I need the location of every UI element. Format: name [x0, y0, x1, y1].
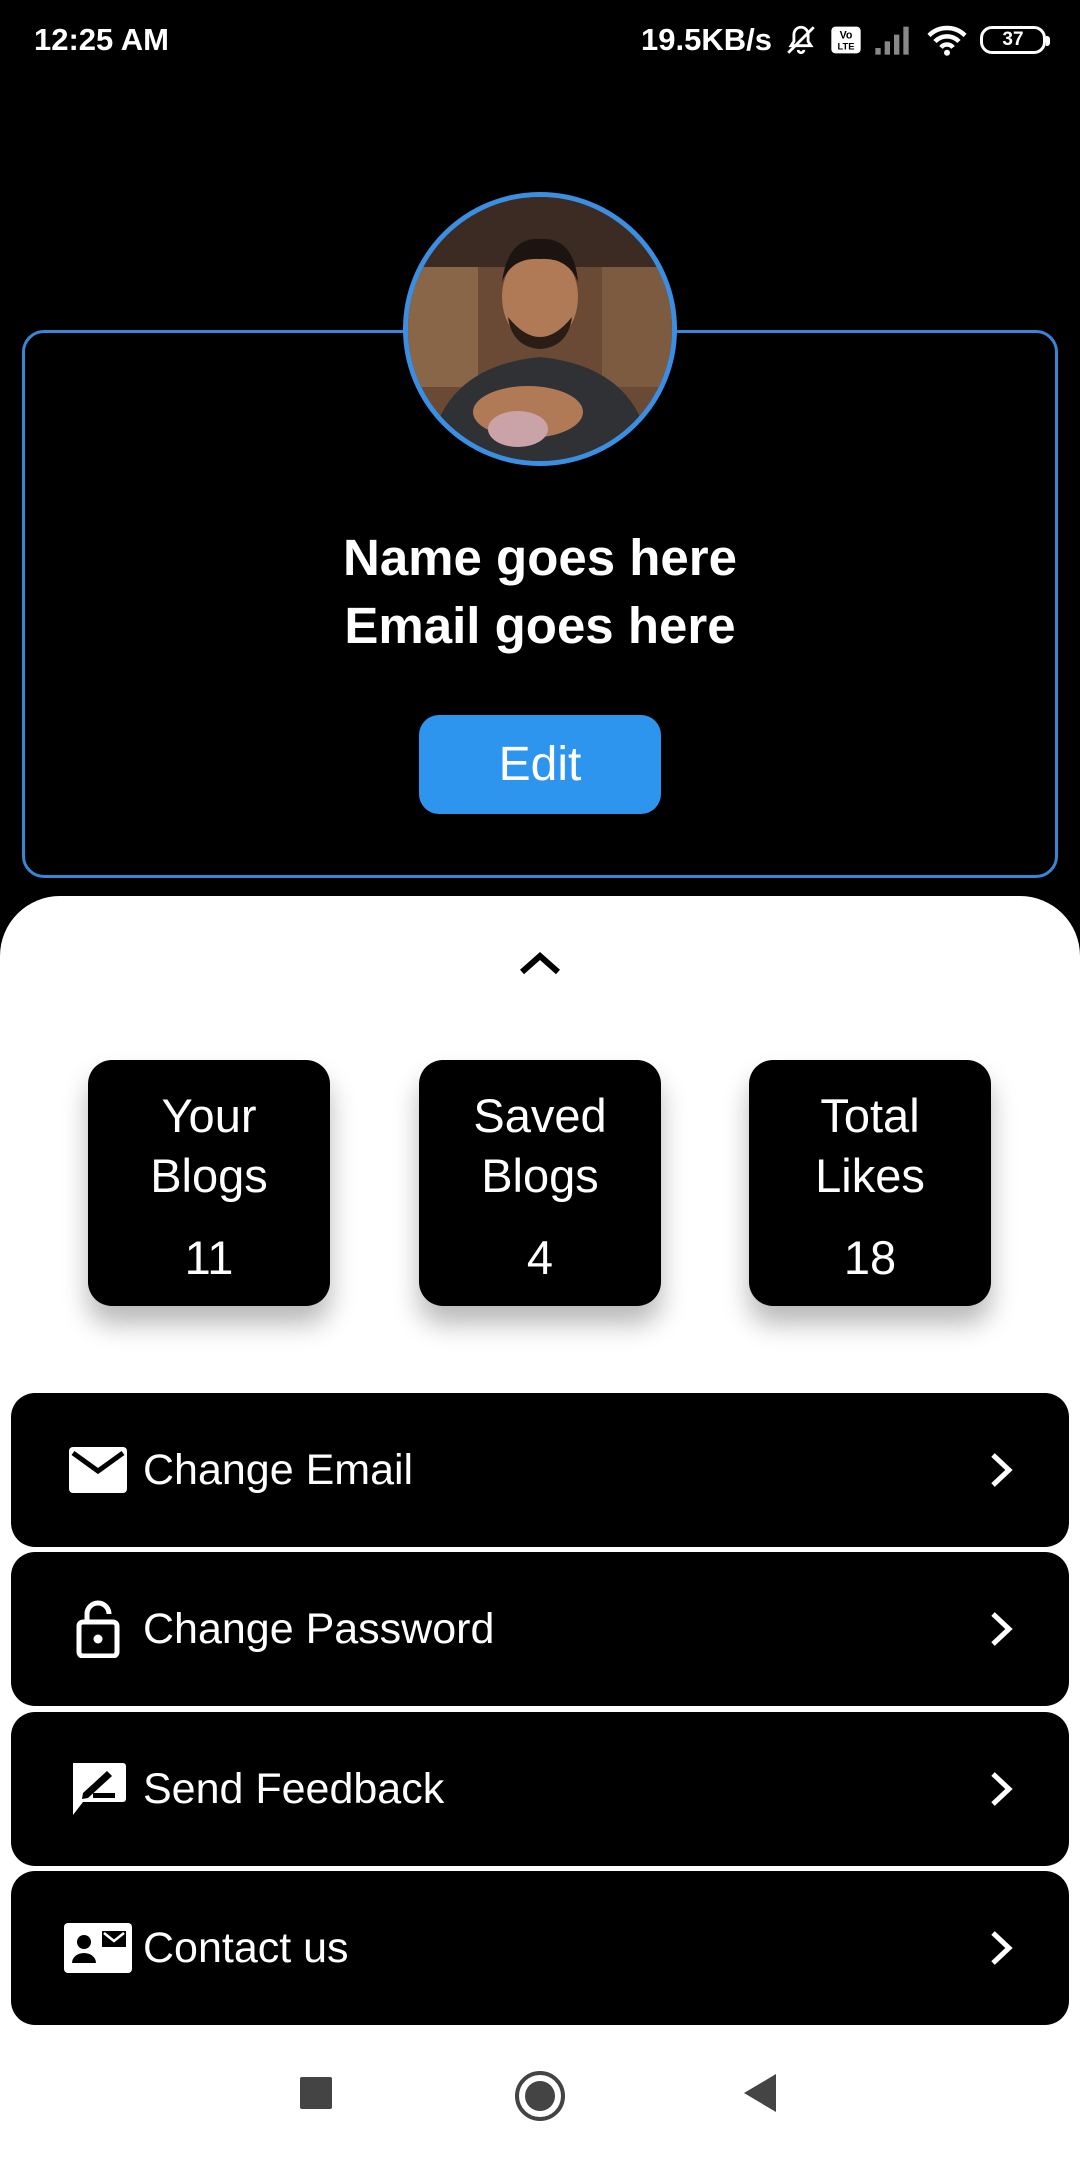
change-password-button[interactable]: Change Password — [11, 1552, 1069, 1706]
chevron-right-icon — [991, 1612, 1013, 1646]
contact-card-icon — [53, 1913, 143, 1983]
avatar — [403, 192, 677, 466]
status-bar: 12:25 AM 19.5KB/s Vo LTE 37 — [0, 0, 1080, 80]
battery-level: 37 — [1002, 29, 1024, 50]
stat-label: Saved Blogs — [473, 1089, 607, 1202]
mute-bell-icon — [784, 23, 818, 57]
volte-icon: Vo LTE — [830, 24, 862, 56]
stat-card-saved-blogs[interactable]: Saved Blogs 4 — [419, 1060, 661, 1306]
edit-button[interactable]: Edit — [419, 715, 661, 814]
stat-card-your-blogs[interactable]: Your Blogs 11 — [88, 1060, 330, 1306]
send-feedback-button[interactable]: Send Feedback — [11, 1712, 1069, 1866]
svg-text:LTE: LTE — [838, 41, 855, 51]
profile-email: Email goes here — [344, 597, 736, 654]
menu-label: Change Email — [143, 1445, 414, 1494]
chevron-right-icon — [991, 1931, 1013, 1965]
stat-value: 18 — [843, 1231, 897, 1284]
back-triangle-icon[interactable] — [742, 2072, 778, 2114]
status-icons: 19.5KB/s Vo LTE 37 — [641, 22, 1050, 58]
menu-label: Send Feedback — [143, 1764, 445, 1813]
network-speed: 19.5KB/s — [641, 22, 772, 57]
menu-label: Contact us — [143, 1923, 349, 1972]
stat-label: Your Blogs — [150, 1089, 268, 1202]
stat-card-total-likes[interactable]: Total Likes 18 — [749, 1060, 991, 1306]
navigation-bar — [0, 2028, 1080, 2160]
wifi-icon — [926, 23, 968, 57]
status-time: 12:25 AM — [34, 22, 169, 57]
stat-value: 11 — [184, 1231, 234, 1284]
feedback-icon — [53, 1754, 143, 1824]
avatar-photo — [408, 197, 672, 461]
lock-icon — [53, 1594, 143, 1664]
stat-value: 4 — [526, 1231, 554, 1284]
contact-us-button[interactable]: Contact us — [11, 1871, 1069, 2025]
home-circle-icon[interactable] — [514, 2070, 566, 2122]
change-email-button[interactable]: Change Email — [11, 1393, 1069, 1547]
chevron-right-icon — [991, 1453, 1013, 1487]
svg-text:Vo: Vo — [840, 30, 853, 42]
recents-square-icon[interactable] — [298, 2075, 334, 2111]
mail-icon — [53, 1435, 143, 1505]
profile-name: Name goes here — [342, 529, 737, 586]
chevron-right-icon — [991, 1772, 1013, 1806]
chevron-up-icon[interactable] — [518, 950, 562, 976]
stat-label: Total Likes — [815, 1089, 925, 1202]
signal-icon — [874, 24, 914, 56]
battery-icon: 37 — [980, 26, 1050, 54]
menu-label: Change Password — [143, 1604, 495, 1653]
